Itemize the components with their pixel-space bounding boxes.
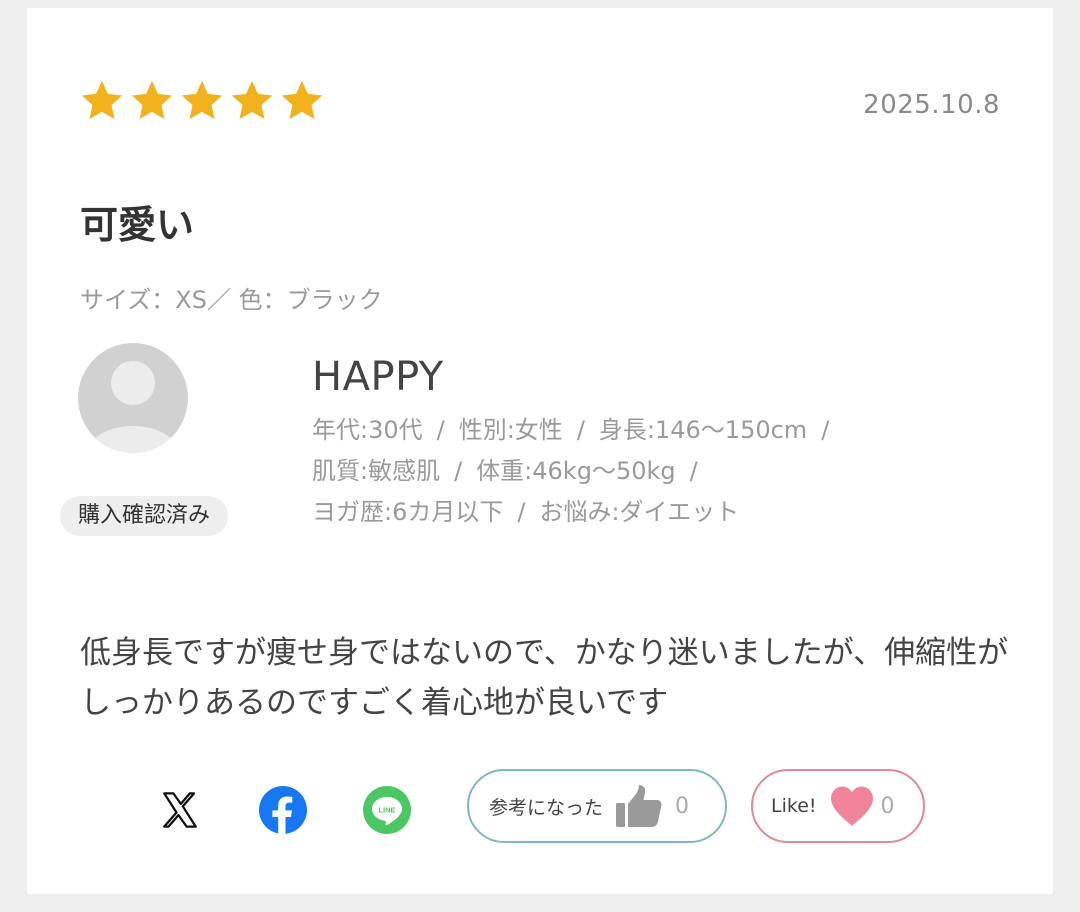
attribute-height: 身長:146〜150cm [598,416,808,444]
review-date: 2025.10.8 [863,90,1000,120]
attribute-separator: / [517,498,526,526]
star-rating [79,78,325,124]
reviewer-name: HAPPY [312,354,444,400]
star-icon [179,78,225,124]
review-card: 2025.10.8 可愛い サイズ：XS／ 色：ブラック 購入確認済み HAPP… [27,8,1053,894]
line-logo-text: LINE [378,806,395,815]
facebook-icon [259,786,307,834]
attribute-line: 年代:30代 / 性別:女性 / 身長:146〜150cm / [312,410,992,451]
review-body: 低身長ですが痩せ身ではないので、かなり迷いましたが、伸縮性がしっかりあるのですご… [80,635,1009,721]
star-icon [229,78,275,124]
like-button[interactable]: Like! 0 [751,769,925,843]
attribute-line: 肌質:敏感肌 / 体重:46kg〜50kg / [312,451,992,492]
like-count: 0 [880,793,895,819]
user-placeholder-icon [88,361,178,453]
avatar [78,343,188,453]
helpful-label: 参考になった [489,796,604,819]
reviewer-attributes: 年代:30代 / 性別:女性 / 身長:146〜150cm / 肌質:敏感肌 / 体重:46k… [312,410,992,533]
attribute-concern: お悩み:ダイエット [539,498,740,526]
attribute-skin-type: 肌質:敏感肌 [312,457,441,485]
attribute-age: 年代:30代 [312,416,423,444]
share-facebook-button[interactable] [256,783,310,837]
attribute-line: ヨガ歴:6カ月以下 / お悩み:ダイエット [312,492,992,533]
attribute-gender: 性別:女性 [458,416,563,444]
helpful-count: 0 [675,793,690,819]
x-icon [163,792,197,828]
thumbs-up-icon [616,785,662,827]
heart-icon [830,786,873,826]
attribute-separator: / [454,457,463,485]
helpful-button[interactable]: 参考になった 0 [467,769,727,843]
verified-purchase-badge: 購入確認済み [60,496,229,536]
attribute-separator: / [576,416,585,444]
star-icon [279,78,325,124]
share-line-button[interactable]: LINE [360,783,414,837]
attribute-separator: / [436,416,445,444]
star-icon [79,78,125,124]
line-icon: LINE [363,786,411,834]
attribute-separator: / [821,416,830,444]
star-icon [129,78,175,124]
attribute-weight: 体重:46kg〜50kg [476,457,676,485]
attribute-yoga-experience: ヨガ歴:6カ月以下 [312,498,504,526]
like-label: Like! [771,795,817,817]
attribute-separator: / [689,457,698,485]
share-x-button[interactable] [153,783,207,837]
purchased-variant: サイズ：XS／ 色：ブラック [80,286,383,314]
review-title: 可愛い [80,203,195,247]
